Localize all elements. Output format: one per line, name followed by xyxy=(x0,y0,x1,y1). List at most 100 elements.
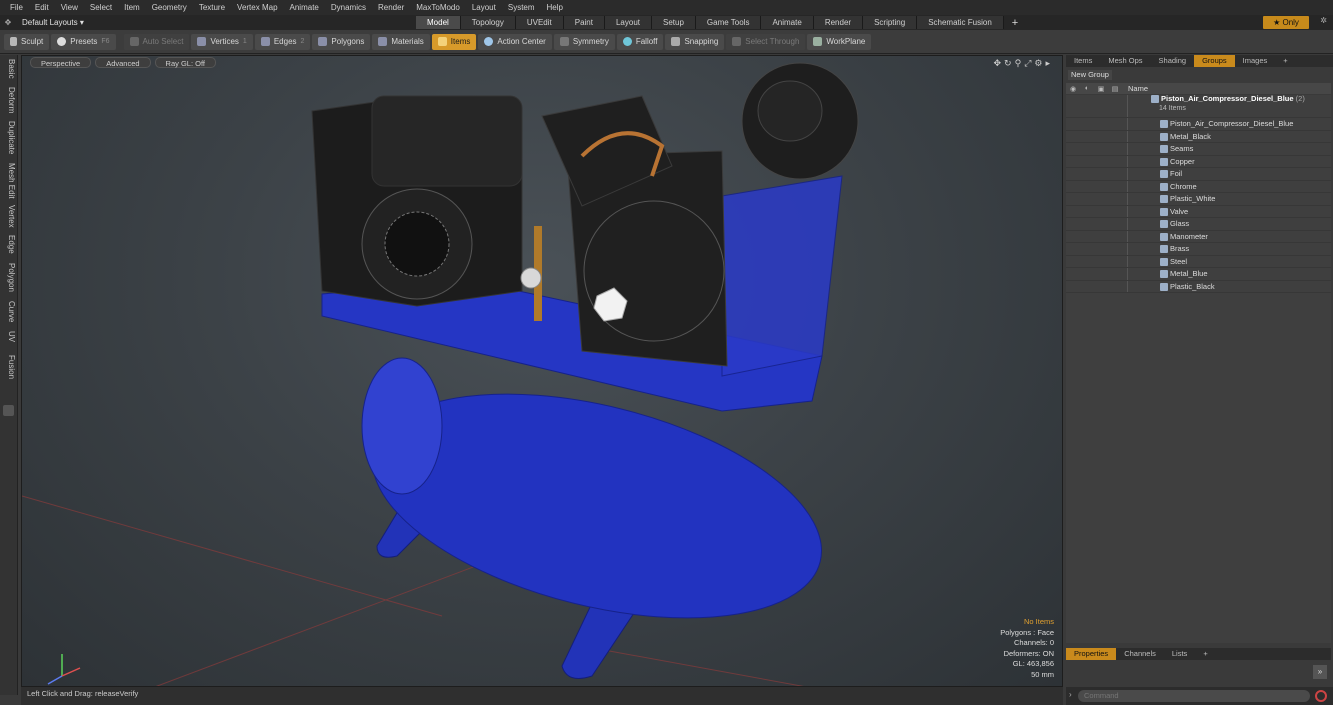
workplane-button[interactable]: WorkPlane xyxy=(807,33,872,50)
sculpt-button[interactable]: Sculpt xyxy=(4,33,50,50)
raygl-button[interactable]: Ray GL: Off xyxy=(154,57,217,68)
lefttab-curve[interactable]: Curve xyxy=(2,301,16,322)
menu-vertex-map[interactable]: Vertex Map xyxy=(231,3,283,12)
list-item[interactable]: Plastic_Black xyxy=(1066,280,1331,293)
tab-animate[interactable]: Animate xyxy=(761,16,814,29)
symmetry-button[interactable]: Symmetry xyxy=(553,33,615,50)
select-through-button[interactable]: Select Through xyxy=(726,33,806,50)
list-item[interactable]: Plastic_White xyxy=(1066,193,1331,206)
lefttab-mesh-edit[interactable]: Mesh Edit xyxy=(2,163,16,199)
stat-channels: Channels: 0 xyxy=(1013,638,1054,647)
tab-render[interactable]: Render xyxy=(813,16,864,29)
tab-scripting[interactable]: Scripting xyxy=(863,16,918,29)
tab-images[interactable]: Images xyxy=(1235,55,1276,67)
lefttab-duplicate[interactable]: Duplicate xyxy=(2,121,16,154)
polygons-icon xyxy=(318,37,328,46)
record-icon[interactable] xyxy=(1315,690,1327,702)
lefttab-basic[interactable]: Basic xyxy=(2,59,16,79)
group-row[interactable]: Piston_Air_Compressor_Diesel_Blue (2) 14… xyxy=(1066,94,1331,118)
tab-topology[interactable]: Topology xyxy=(460,16,516,29)
viewport-expand-icon[interactable]: ▸ xyxy=(1045,58,1050,69)
render-column-icon[interactable]: ◐ xyxy=(1080,85,1094,92)
lefttab-uv[interactable]: UV xyxy=(2,331,16,342)
tab-shading[interactable]: Shading xyxy=(1151,55,1195,67)
list-item[interactable]: Metal_Blue xyxy=(1066,268,1331,281)
list-item[interactable]: Chrome xyxy=(1066,180,1331,193)
menu-item[interactable]: Item xyxy=(118,3,146,12)
visibility-column-icon[interactable]: ◉ xyxy=(1066,85,1080,93)
snapping-button[interactable]: Snapping xyxy=(665,33,725,50)
tab-channels[interactable]: Channels xyxy=(1116,648,1164,660)
list-item[interactable]: Metal_Black xyxy=(1066,130,1331,143)
menu-texture[interactable]: Texture xyxy=(193,3,231,12)
tab-model[interactable]: Model xyxy=(416,16,461,29)
add-tab-icon[interactable]: + xyxy=(1004,17,1026,29)
lock-column-icon[interactable]: ▣ xyxy=(1094,85,1108,93)
tab-properties[interactable]: Properties xyxy=(1066,648,1117,660)
items-button[interactable]: Items xyxy=(431,33,477,50)
tab-groups[interactable]: Groups xyxy=(1194,55,1235,67)
zoom-icon[interactable]: ⚲ xyxy=(1015,58,1022,69)
expand-panel-icon[interactable]: » xyxy=(1313,665,1327,679)
list-item[interactable]: Copper xyxy=(1066,155,1331,168)
menu-geometry[interactable]: Geometry xyxy=(146,3,193,12)
viewport-gear-icon[interactable]: ⚙ xyxy=(1034,58,1042,69)
view-perspective-button[interactable]: Perspective xyxy=(30,57,92,68)
tab-lists[interactable]: Lists xyxy=(1164,648,1195,660)
menu-maxtomodo[interactable]: MaxToModo xyxy=(410,3,466,12)
menu-dynamics[interactable]: Dynamics xyxy=(325,3,372,12)
tab-items[interactable]: Items xyxy=(1066,55,1100,67)
tab-layout[interactable]: Layout xyxy=(604,16,652,29)
3d-viewport[interactable]: Perspective Advanced Ray GL: Off ✥ ↻ ⚲ ⤢… xyxy=(21,55,1063,687)
new-group-button[interactable]: New Group xyxy=(1068,70,1112,80)
polygons-button[interactable]: Polygons xyxy=(312,33,371,50)
gear-icon[interactable]: ✲ xyxy=(1320,16,1327,25)
auto-select-button[interactable]: Auto Select xyxy=(123,33,190,50)
vertices-button[interactable]: Vertices 1 xyxy=(191,33,253,50)
pan-icon[interactable]: ✥ xyxy=(994,58,1002,69)
menu-select[interactable]: Select xyxy=(84,3,118,12)
materials-button[interactable]: Materials xyxy=(372,33,430,50)
only-button[interactable]: ★ Only xyxy=(1263,16,1309,29)
lefttab-polygon[interactable]: Polygon xyxy=(2,263,16,292)
menu-edit[interactable]: Edit xyxy=(29,3,55,12)
select-column-icon[interactable]: ▤ xyxy=(1108,85,1122,93)
list-item[interactable]: Seams xyxy=(1066,143,1331,156)
menu-layout[interactable]: Layout xyxy=(466,3,502,12)
tab-paint[interactable]: Paint xyxy=(563,16,605,29)
menu-view[interactable]: View xyxy=(55,3,84,12)
tab-schematic-fusion[interactable]: Schematic Fusion xyxy=(917,16,1004,29)
layout-selector[interactable]: Default Layouts ▾ xyxy=(16,18,416,27)
menu-render[interactable]: Render xyxy=(372,3,410,12)
falloff-button[interactable]: Falloff xyxy=(616,33,664,50)
menu-help[interactable]: Help xyxy=(541,3,569,12)
shading-advanced-button[interactable]: Advanced xyxy=(95,57,151,68)
menu-system[interactable]: System xyxy=(502,3,541,12)
command-input[interactable] xyxy=(1078,690,1310,702)
rotate-icon[interactable]: ↻ xyxy=(1004,58,1012,69)
toolbox-icon[interactable] xyxy=(3,405,14,416)
tab-game-tools[interactable]: Game Tools xyxy=(695,16,762,29)
list-item[interactable]: Valve xyxy=(1066,205,1331,218)
edges-button[interactable]: Edges 2 xyxy=(254,33,311,50)
list-item[interactable]: Piston_Air_Compressor_Diesel_Blue xyxy=(1066,118,1331,131)
lefttab-vertex[interactable]: Vertex xyxy=(2,205,16,228)
list-item[interactable]: Manometer xyxy=(1066,230,1331,243)
action-center-button[interactable]: Action Center xyxy=(478,33,552,50)
add-properties-tab-icon[interactable]: + xyxy=(1195,648,1215,660)
list-item[interactable]: Steel xyxy=(1066,255,1331,268)
tab-uvedit[interactable]: UVEdit xyxy=(515,16,564,29)
presets-button[interactable]: Presets F6 xyxy=(51,33,116,50)
tab-setup[interactable]: Setup xyxy=(652,16,696,29)
list-item[interactable]: Foil xyxy=(1066,168,1331,181)
lefttab-deform[interactable]: Deform xyxy=(2,87,16,113)
list-item[interactable]: Glass xyxy=(1066,218,1331,231)
list-item[interactable]: Brass xyxy=(1066,243,1331,256)
menu-file[interactable]: File xyxy=(4,3,29,12)
add-panel-tab-icon[interactable]: + xyxy=(1275,55,1295,67)
tab-mesh-ops[interactable]: Mesh Ops xyxy=(1100,55,1150,67)
lefttab-edge[interactable]: Edge xyxy=(2,235,16,254)
fit-icon[interactable]: ⤢ xyxy=(1024,58,1031,69)
menu-animate[interactable]: Animate xyxy=(284,3,325,12)
lefttab-fusion[interactable]: Fusion xyxy=(2,355,16,379)
